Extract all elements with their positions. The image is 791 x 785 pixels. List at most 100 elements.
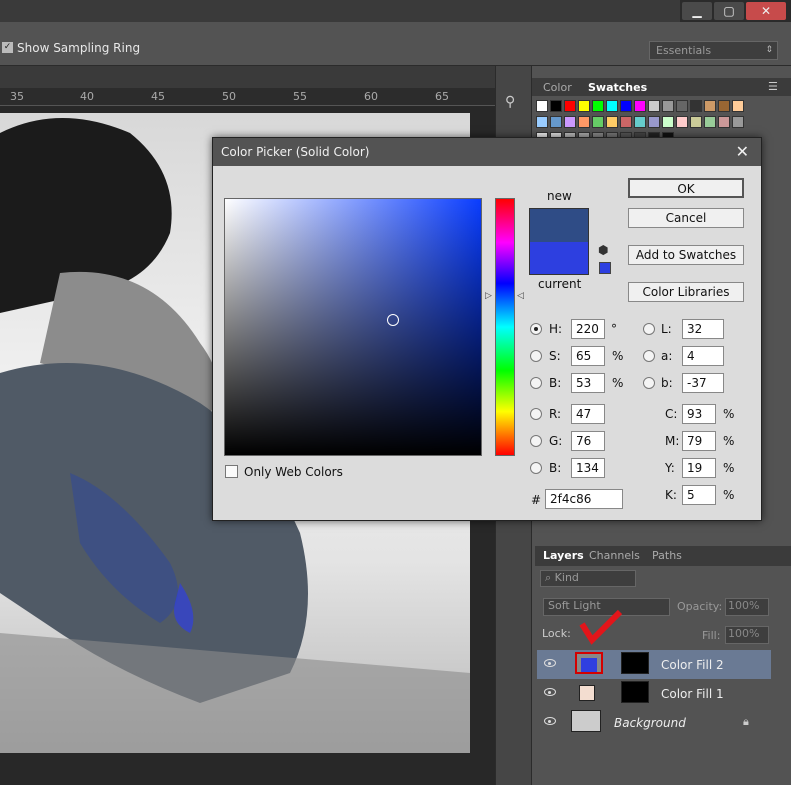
panel-menu-icon[interactable]: ☰ xyxy=(768,80,778,93)
layer-filter-select[interactable]: ⌕ Kind xyxy=(540,570,636,587)
layer-color-thumbnail[interactable] xyxy=(579,685,595,701)
add-to-swatches-button[interactable]: Add to Swatches xyxy=(628,245,744,265)
radio-b[interactable] xyxy=(530,377,542,389)
c-input[interactable]: 93 xyxy=(682,404,716,424)
color-swatch[interactable] xyxy=(648,116,660,128)
radio-a[interactable] xyxy=(643,350,655,362)
color-swatch[interactable] xyxy=(676,116,688,128)
tab-layers[interactable]: Layers xyxy=(543,549,584,562)
visibility-eye-icon[interactable] xyxy=(544,659,556,667)
color-swatch[interactable] xyxy=(550,100,562,112)
close-window-button[interactable]: ✕ xyxy=(746,2,786,20)
layer-mask-thumbnail[interactable] xyxy=(621,652,649,674)
color-swatch[interactable] xyxy=(704,100,716,112)
color-swatch[interactable] xyxy=(536,100,548,112)
layer-color-thumbnail[interactable] xyxy=(575,652,603,674)
layer-row-background[interactable]: Background 🔒︎ xyxy=(537,708,771,737)
layer-row-color-fill-2[interactable]: Color Fill 2 xyxy=(537,650,771,679)
g-input[interactable]: 76 xyxy=(571,431,605,451)
lab-b-input[interactable]: -37 xyxy=(682,373,724,393)
color-swatch[interactable] xyxy=(732,100,744,112)
field-unit: % xyxy=(612,349,624,363)
color-swatch[interactable] xyxy=(634,100,646,112)
field-label: Y: xyxy=(665,461,675,475)
color-swatch[interactable] xyxy=(550,116,562,128)
tab-paths[interactable]: Paths xyxy=(652,549,682,562)
opacity-input[interactable]: 100% xyxy=(725,598,769,616)
hue-slider-left-arrow-icon[interactable]: ▷ xyxy=(485,291,492,301)
only-web-colors-checkbox[interactable] xyxy=(225,465,238,478)
radio-h[interactable] xyxy=(530,323,542,335)
visibility-eye-icon[interactable] xyxy=(544,688,556,696)
y-input[interactable]: 19 xyxy=(682,458,716,478)
color-swatch[interactable] xyxy=(536,116,548,128)
color-swatch[interactable] xyxy=(662,100,674,112)
hue-slider[interactable] xyxy=(495,198,515,456)
hex-input[interactable]: 2f4c86 xyxy=(545,489,623,509)
color-swatch[interactable] xyxy=(606,100,618,112)
ok-button[interactable]: OK xyxy=(628,178,744,198)
field-label: L: xyxy=(661,322,672,336)
color-swatch[interactable] xyxy=(648,100,660,112)
saturation-brightness-field[interactable] xyxy=(224,198,482,456)
color-libraries-button[interactable]: Color Libraries xyxy=(628,282,744,302)
lock-icon: 🔒︎ xyxy=(743,715,749,728)
color-swatch[interactable] xyxy=(732,116,744,128)
radio-l[interactable] xyxy=(643,323,655,335)
radio-lab-b[interactable] xyxy=(643,377,655,389)
color-swatch[interactable] xyxy=(592,116,604,128)
gamut-cube-icon[interactable]: ⬢ xyxy=(598,243,608,257)
k-input[interactable]: 5 xyxy=(682,485,716,505)
color-swatch[interactable] xyxy=(564,116,576,128)
color-swatch[interactable] xyxy=(620,116,632,128)
cancel-button[interactable]: Cancel xyxy=(628,208,744,228)
tab-swatches[interactable]: Swatches xyxy=(588,81,647,94)
a-input[interactable]: 4 xyxy=(682,346,724,366)
radio-s[interactable] xyxy=(530,350,542,362)
color-swatch[interactable] xyxy=(634,116,646,128)
maximize-button[interactable]: ▢ xyxy=(714,2,744,20)
color-swatch[interactable] xyxy=(606,116,618,128)
color-swatch[interactable] xyxy=(620,100,632,112)
layer-row-color-fill-1[interactable]: Color Fill 1 xyxy=(537,679,771,708)
field-label: C: xyxy=(665,407,678,421)
b-input[interactable]: 53 xyxy=(571,373,605,393)
tab-color[interactable]: Color xyxy=(543,81,572,94)
ruler-tool-icon[interactable]: ⚲ xyxy=(505,94,515,110)
color-swatch[interactable] xyxy=(704,116,716,128)
workspace-select[interactable]: Essentials ⇕ xyxy=(649,41,778,60)
m-input[interactable]: 79 xyxy=(682,431,716,451)
radio-r[interactable] xyxy=(530,408,542,420)
fill-input[interactable]: 100% xyxy=(725,626,769,644)
color-swatch[interactable] xyxy=(592,100,604,112)
visibility-eye-icon[interactable] xyxy=(544,717,556,725)
current-color-swatch[interactable] xyxy=(529,242,589,275)
layer-name: Background xyxy=(614,716,686,730)
h-input[interactable]: 220 xyxy=(571,319,605,339)
color-swatch[interactable] xyxy=(690,116,702,128)
radio-blue[interactable] xyxy=(530,462,542,474)
l-input[interactable]: 32 xyxy=(682,319,724,339)
layer-image-thumbnail[interactable] xyxy=(571,710,601,732)
r-input[interactable]: 47 xyxy=(571,404,605,424)
hue-slider-right-arrow-icon[interactable]: ◁ xyxy=(517,291,524,301)
field-cursor[interactable] xyxy=(387,314,399,326)
layer-mask-thumbnail[interactable] xyxy=(621,681,649,703)
tab-channels[interactable]: Channels xyxy=(589,549,640,562)
color-swatch[interactable] xyxy=(578,116,590,128)
web-safe-swatch[interactable] xyxy=(599,262,611,274)
s-input[interactable]: 65 xyxy=(571,346,605,366)
color-swatch[interactable] xyxy=(662,116,674,128)
color-swatch[interactable] xyxy=(578,100,590,112)
blue-input[interactable]: 134 xyxy=(571,458,605,478)
color-swatch[interactable] xyxy=(676,100,688,112)
color-swatch[interactable] xyxy=(718,100,730,112)
current-color-label: current xyxy=(538,277,582,291)
color-swatch[interactable] xyxy=(690,100,702,112)
radio-g[interactable] xyxy=(530,435,542,447)
sampling-ring-checkbox[interactable]: ✓ xyxy=(2,42,13,53)
minimize-button[interactable]: ▁ xyxy=(682,2,712,20)
color-swatch[interactable] xyxy=(718,116,730,128)
color-swatch[interactable] xyxy=(564,100,576,112)
close-icon[interactable]: ✕ xyxy=(736,142,749,161)
